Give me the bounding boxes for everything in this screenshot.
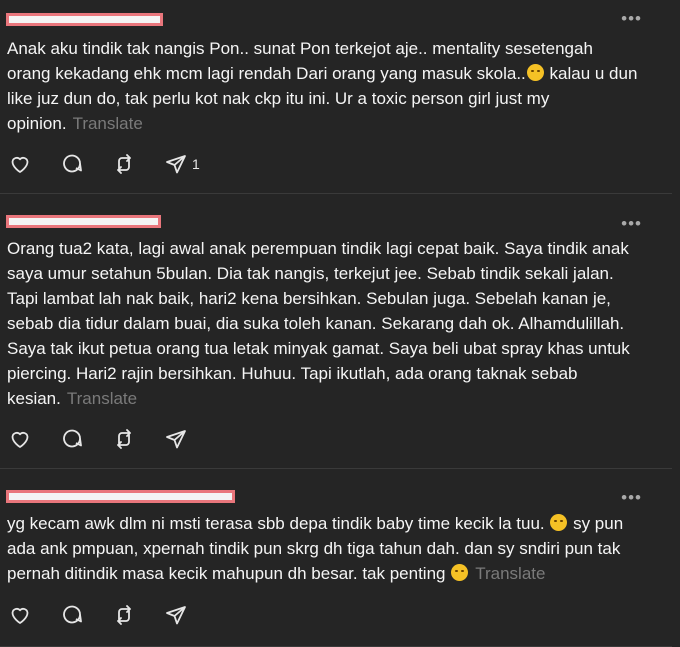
post-1: ••• Anak aku tindik tak nangis Pon.. sun… xyxy=(0,0,672,194)
post-text: Orang tua2 kata, lagi awal anak perempua… xyxy=(7,236,638,411)
rolling-laughing-emoji-icon xyxy=(526,64,544,81)
repost-icon xyxy=(117,154,131,174)
post-actions xyxy=(8,427,216,451)
comment-bubble-icon xyxy=(63,154,82,173)
send-icon xyxy=(166,430,186,449)
like-button[interactable] xyxy=(8,603,32,627)
grinning-squinting-emoji-icon xyxy=(550,514,568,531)
translate-link[interactable]: Translate xyxy=(475,564,545,583)
more-options-icon[interactable]: ••• xyxy=(621,215,642,233)
username-redacted[interactable] xyxy=(6,490,235,503)
share-button[interactable] xyxy=(164,427,188,451)
share-button[interactable]: 1 xyxy=(164,152,200,176)
translate-link[interactable]: Translate xyxy=(73,114,143,133)
repost-button[interactable] xyxy=(112,603,136,627)
post-text: yg kecam awk dlm ni msti terasa sbb depa… xyxy=(7,511,638,586)
post-text-part: Anak aku tindik tak nangis Pon.. sunat P… xyxy=(7,39,593,83)
heart-icon xyxy=(11,431,29,448)
like-button[interactable] xyxy=(8,427,32,451)
share-button[interactable] xyxy=(164,603,188,627)
translate-link[interactable]: Translate xyxy=(67,389,137,408)
send-icon xyxy=(166,155,186,174)
reply-button[interactable] xyxy=(60,603,84,627)
comment-bubble-icon xyxy=(63,429,82,448)
reply-button[interactable] xyxy=(60,152,84,176)
reply-button[interactable] xyxy=(60,427,84,451)
like-button[interactable] xyxy=(8,152,32,176)
pensive-emoji-icon xyxy=(451,564,469,581)
repost-button[interactable] xyxy=(112,152,136,176)
repost-icon xyxy=(117,429,131,449)
username-redacted[interactable] xyxy=(6,215,161,228)
username-redacted[interactable] xyxy=(6,13,163,26)
repost-button[interactable] xyxy=(112,427,136,451)
heart-icon xyxy=(11,607,29,624)
more-options-icon[interactable]: ••• xyxy=(621,10,642,28)
repost-icon xyxy=(117,605,131,625)
post-text: Anak aku tindik tak nangis Pon.. sunat P… xyxy=(7,36,638,136)
heart-icon xyxy=(11,156,29,173)
send-icon xyxy=(166,606,186,625)
post-actions: 1 xyxy=(8,152,228,176)
post-3: ••• yg kecam awk dlm ni msti terasa sbb … xyxy=(0,469,672,647)
post-text-part: yg kecam awk dlm ni msti terasa sbb depa… xyxy=(7,514,545,533)
share-count: 1 xyxy=(192,156,200,172)
more-options-icon[interactable]: ••• xyxy=(621,489,642,507)
comment-bubble-icon xyxy=(63,605,82,624)
post-2: ••• Orang tua2 kata, lagi awal anak pere… xyxy=(0,194,672,469)
post-actions xyxy=(8,603,216,627)
post-text-part: Orang tua2 kata, lagi awal anak perempua… xyxy=(7,239,630,408)
